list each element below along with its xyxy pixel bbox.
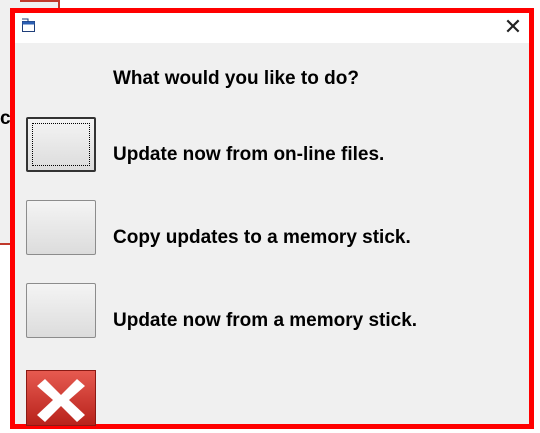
update-options-dialog: ✕ What would you like to do? Update now … (10, 8, 534, 429)
focus-indicator (32, 123, 90, 166)
update-from-memory-stick-button[interactable] (26, 283, 96, 338)
dialog-prompt: What would you like to do? (113, 68, 359, 89)
app-window-icon (22, 18, 35, 32)
title-bar: ✕ (15, 13, 529, 43)
exit-button[interactable] (26, 370, 96, 426)
update-online-button[interactable] (26, 117, 96, 172)
red-x-icon (37, 379, 85, 422)
update-online-label: Update now from on-line files. (113, 144, 385, 165)
copy-to-memory-stick-button[interactable] (26, 200, 96, 255)
update-from-memory-stick-label: Update now from a memory stick. (113, 310, 418, 331)
background-window-edge (20, 0, 60, 2)
copy-to-memory-stick-label: Copy updates to a memory stick. (113, 227, 411, 248)
close-icon[interactable]: ✕ (503, 16, 523, 38)
background-window-text: c (0, 108, 11, 129)
